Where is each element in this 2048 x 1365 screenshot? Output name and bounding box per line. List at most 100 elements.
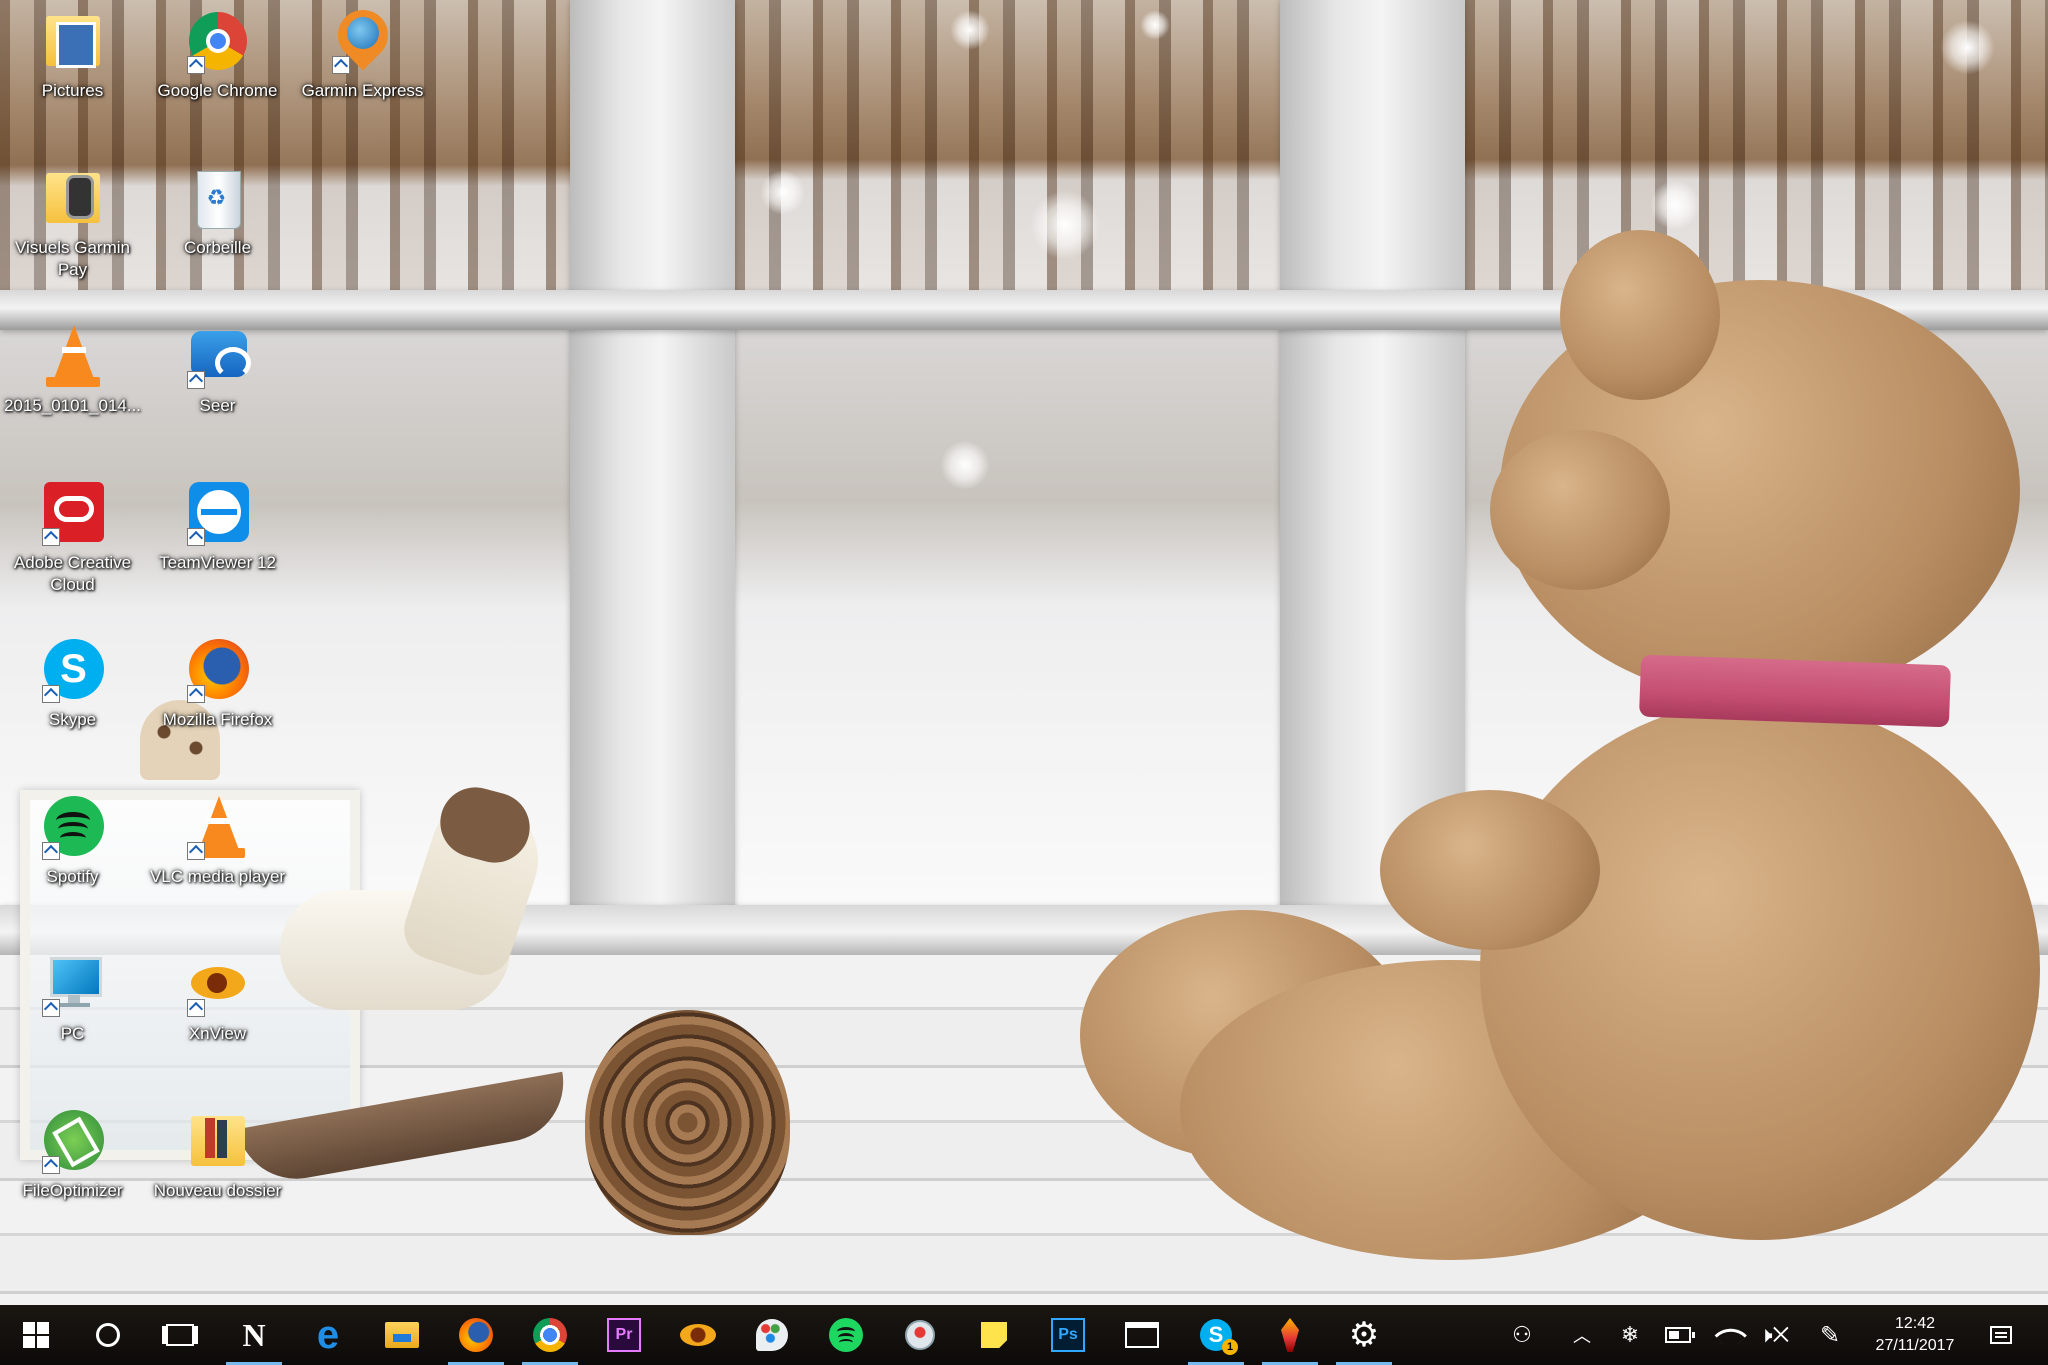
desktop-icon-teamviewer[interactable]: TeamViewer 12 (145, 480, 290, 574)
system-clock[interactable]: 12:42 27/11/2017 (1860, 1313, 1970, 1357)
firefox-icon (185, 637, 251, 703)
desktop-icon-nouveau-dossier[interactable]: Nouveau dossier (145, 1108, 290, 1202)
window-icon (1125, 1322, 1159, 1348)
desktop-icon-label: Adobe Creative Cloud (13, 553, 132, 594)
taskbar-app-xnview[interactable] (662, 1305, 734, 1365)
desktop-icon-label: Spotify (46, 867, 99, 886)
task-view-button[interactable] (144, 1305, 216, 1365)
cortana-circle-icon (96, 1323, 120, 1347)
taskbar-app-skype[interactable]: S 1 (1180, 1305, 1252, 1365)
snowflake (1650, 180, 1700, 230)
desktop-icon-vlc-media-player[interactable]: VLC media player (145, 794, 290, 888)
desktop-icon-garmin-express[interactable]: Garmin Express (290, 0, 435, 102)
desktop-icon-label: Google Chrome (157, 81, 278, 100)
chrome-icon (185, 8, 251, 74)
premiere-label: Pr (615, 1326, 633, 1343)
settings-gear-icon: ⚙ (1348, 1316, 1380, 1354)
skype-notification-badge: 1 (1222, 1339, 1238, 1355)
teddy-bear-arm (1380, 790, 1600, 950)
spotify-icon (829, 1318, 863, 1352)
desktop-icon-spotify[interactable]: Spotify (0, 794, 145, 888)
network-button[interactable] (1702, 1305, 1750, 1365)
clock-date: 27/11/2017 (1875, 1337, 1955, 1354)
taskbar-app-window[interactable] (1106, 1305, 1178, 1365)
desktop-icon-mozilla-firefox[interactable]: Mozilla Firefox (145, 637, 290, 731)
seer-icon (185, 323, 251, 389)
desktop-icon-label: Nouveau dossier (153, 1181, 282, 1200)
window-pane-top-center (735, 0, 1280, 290)
start-button[interactable] (0, 1305, 72, 1365)
desktop-icon-label: 2015_0101_014... (3, 396, 142, 415)
window-pane-bottom-center (735, 325, 1280, 910)
skype-icon: S 1 (1200, 1319, 1238, 1355)
desktop-icon-label: TeamViewer 12 (159, 553, 276, 572)
taskbar-app-spotify[interactable] (810, 1305, 882, 1365)
spotify-icon (40, 794, 106, 860)
taskbar-app-edge[interactable]: e (292, 1305, 364, 1365)
taskbar-app-settings[interactable]: ⚙ (1328, 1305, 1400, 1365)
chevron-up-icon: ︿ (1573, 1326, 1591, 1346)
skype-icon: S (40, 637, 106, 703)
desktop-icon-label: Garmin Express (301, 81, 424, 100)
chrome-icon (533, 1318, 567, 1352)
onenote-n-icon: N (242, 1316, 266, 1353)
show-hidden-icons-button[interactable]: ︿ (1558, 1305, 1606, 1365)
desktop-icon-label: Visuels Garmin Pay (15, 238, 130, 279)
taskbar-app-paint[interactable] (736, 1305, 808, 1365)
teddy-bear-collar (1639, 654, 1951, 728)
taskbar-app-snipping[interactable] (884, 1305, 956, 1365)
tray-snowflake-button[interactable]: ❄ (1606, 1305, 1654, 1365)
desktop-icon-skype[interactable]: S Skype (0, 637, 145, 731)
taskbar-app-sticky-notes[interactable] (958, 1305, 1030, 1365)
pictures-folder-icon (40, 8, 106, 74)
firefox-icon (459, 1318, 493, 1352)
teddy-bear-ear (1560, 230, 1720, 400)
desktop-icon-corbeille[interactable]: ♻ Corbeille (145, 165, 290, 259)
snowflake (1940, 20, 1995, 75)
desktop-icon-seer[interactable]: Seer (145, 323, 290, 417)
task-view-icon (166, 1324, 194, 1346)
xnview-eye-icon (185, 951, 251, 1017)
taskbar-app-pen[interactable] (1254, 1305, 1326, 1365)
volume-button[interactable]: 🕨✕ (1750, 1305, 1798, 1365)
snowflake (940, 440, 990, 490)
desktop-icon-xnview[interactable]: XnView (145, 951, 290, 1045)
teamviewer-icon (185, 480, 251, 546)
taskbar-app-photoshop[interactable]: Ps (1032, 1305, 1104, 1365)
desktop-icon-label: Skype (48, 710, 97, 729)
desktop-icon-google-chrome[interactable]: Google Chrome (145, 8, 290, 102)
people-button[interactable]: ⚇ (1498, 1305, 1546, 1365)
taskbar-app-firefox[interactable] (440, 1305, 512, 1365)
creative-cloud-icon (40, 480, 106, 546)
snowflake (1140, 10, 1170, 40)
cortana-search-button[interactable] (72, 1305, 144, 1365)
windows-ink-button[interactable]: ✎ (1806, 1305, 1854, 1365)
desktop-icon-2015-video[interactable]: 2015_0101_014... (0, 323, 145, 417)
folder-icon (185, 1108, 251, 1174)
taskbar-app-onenote[interactable]: N (218, 1305, 290, 1365)
taskbar-app-file-explorer[interactable] (366, 1305, 438, 1365)
desktop-icon-adobe-creative-cloud[interactable]: Adobe Creative Cloud (0, 480, 145, 596)
sticky-notes-icon (981, 1322, 1007, 1348)
action-center-button[interactable] (1976, 1305, 2026, 1365)
desktop-icon-label: Seer (199, 396, 236, 415)
desktop-icon-visuels-garmin-pay[interactable]: Visuels Garmin Pay (0, 165, 145, 281)
desktop-icon-pictures[interactable]: Pictures (0, 8, 145, 102)
snowflake (950, 10, 990, 50)
fileoptimizer-icon (40, 1108, 106, 1174)
window-mullion-right (1280, 0, 1465, 930)
premiere-icon: Pr (607, 1318, 641, 1352)
desktop-icon-label: Mozilla Firefox (162, 710, 273, 729)
edge-icon: e (316, 1313, 340, 1357)
pen-ink-icon: ✎ (1819, 1321, 1841, 1349)
computer-monitor-icon (40, 951, 106, 1017)
taskbar-app-chrome[interactable] (514, 1305, 586, 1365)
desktop-icon-pc[interactable]: PC (0, 951, 145, 1045)
desktop-icon-label: FileOptimizer (22, 1181, 123, 1200)
paint-icon (756, 1319, 788, 1351)
wifi-icon (1713, 1318, 1747, 1352)
battery-button[interactable] (1654, 1305, 1702, 1365)
desktop-icon-fileoptimizer[interactable]: FileOptimizer (0, 1108, 145, 1202)
desktop-icon-label: XnView (188, 1024, 247, 1043)
taskbar-app-premiere[interactable]: Pr (588, 1305, 660, 1365)
